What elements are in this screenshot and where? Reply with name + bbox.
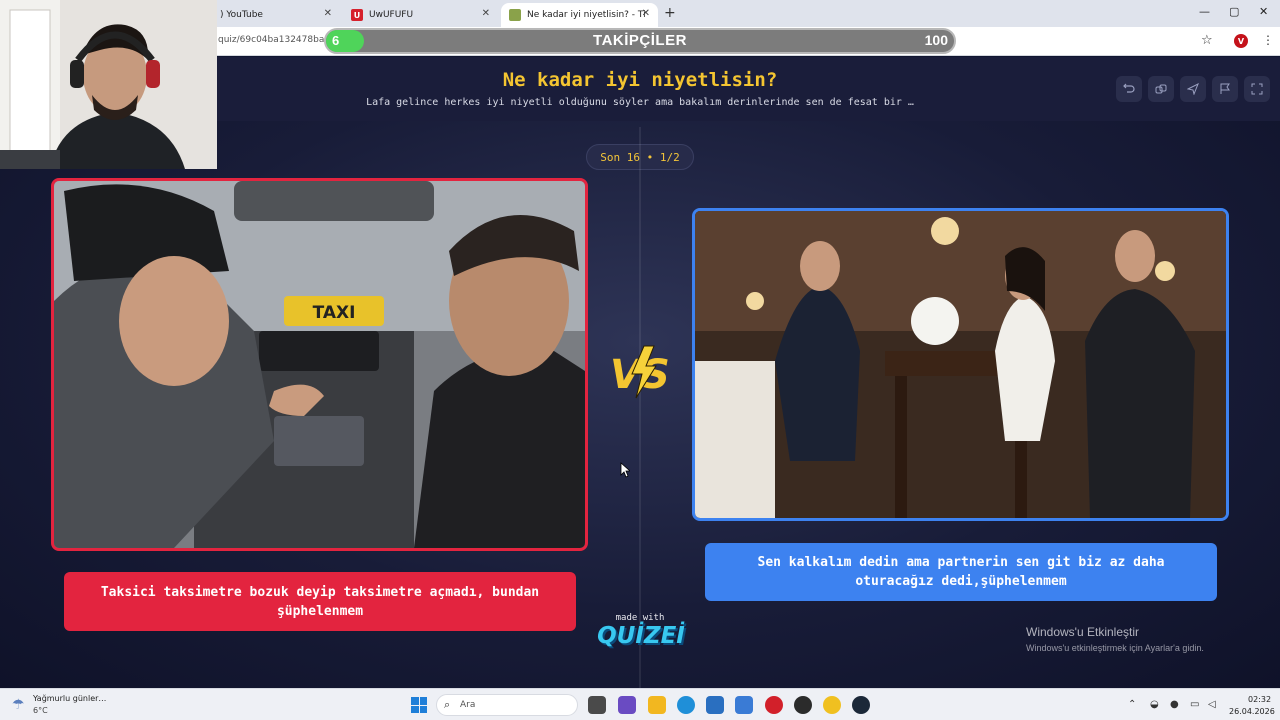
windows-activation-subtitle: Windows'u etkinleştirmek için Ayarlar'a … [1026,643,1204,653]
undo-icon [1123,83,1135,93]
mouse-cursor-icon [620,462,630,478]
store-icon[interactable] [706,696,724,714]
chrome-icon[interactable] [823,696,841,714]
option-right-caption[interactable]: Sen kalkalım dedin ama partnerin sen git… [705,543,1217,601]
report-button[interactable] [1212,76,1238,102]
mail-icon[interactable] [735,696,753,714]
tab-quiz[interactable]: Ne kadar iyi niyetlisin? - Tier Lis ✕ [501,3,658,27]
quizei-logo[interactable]: QUİZEİ [596,623,686,649]
tab-label: ) YouTube [220,10,263,20]
tray-chevron-icon[interactable]: ⌃ [1128,699,1136,710]
tab-close-icon[interactable]: ✕ [324,8,332,19]
fullscreen-icon [1251,83,1263,95]
uwufufu-favicon-icon: U [351,9,363,21]
share-button[interactable] [1148,76,1174,102]
webcam-overlay [0,0,217,169]
send-icon [1187,83,1199,95]
edge-icon[interactable] [677,696,695,714]
new-tab-button[interactable]: + [664,5,676,21]
option-right-card[interactable] [692,208,1229,521]
follower-goal: 100 [924,32,948,48]
center-divider [639,127,641,688]
clock-date[interactable]: 26.04.2026 [1229,707,1275,716]
flag-icon [1220,83,1230,94]
follower-progress-bar: 6 TAKİPÇİLER 100 [324,28,956,54]
start-button[interactable] [411,697,427,713]
share-icon [1155,84,1167,94]
send-button[interactable] [1180,76,1206,102]
taskbar-search[interactable]: ⌕ Ara [436,694,578,716]
app-icon[interactable] [794,696,812,714]
windows-taskbar: ☂ Yağmurlu günler… 6°C ⌕ Ara ⌃ ◒ ● ▭ ◁ 0… [0,688,1280,720]
url-text[interactable]: quiz/69c04ba132478bacb [218,35,335,45]
taxi-sign-label: TAXI [313,303,356,323]
steam-icon[interactable] [852,696,870,714]
windows-logo-icon [411,697,419,705]
taxi-photo: TAXI [54,181,585,548]
tab-label: Ne kadar iyi niyetlisin? - Tier Lis [527,10,645,20]
quiz-favicon-icon [509,9,521,21]
file-explorer-icon[interactable] [648,696,666,714]
minimize-button[interactable]: — [1199,5,1210,18]
browser-menu-icon[interactable]: ⋮ [1262,33,1274,47]
made-with-label: made with [615,613,665,623]
bookmark-star-icon[interactable]: ☆ [1201,33,1213,48]
weather-temp[interactable]: 6°C [33,706,48,715]
weather-rain-icon[interactable]: ☂ [12,697,25,713]
microphone-icon[interactable]: ● [1170,699,1179,710]
tab-youtube[interactable]: ) YouTube ✕ [212,3,340,27]
profile-avatar[interactable]: V [1234,34,1248,48]
fullscreen-button[interactable] [1244,76,1270,102]
webcam-feed [0,0,217,169]
weather-title[interactable]: Yağmurlu günler… [33,694,106,703]
maximize-button[interactable]: ▢ [1229,5,1239,18]
vs-emblem: VS [610,345,670,399]
task-view-icon[interactable] [588,696,606,714]
search-placeholder: Ara [460,700,476,710]
option-left-card[interactable]: TAXI [51,178,588,551]
undo-button[interactable] [1116,76,1142,102]
restaurant-photo [695,211,1226,518]
volume-icon[interactable]: ◁ [1208,699,1216,710]
tab-close-icon[interactable]: ✕ [642,8,650,19]
clock-time[interactable]: 02:32 [1248,695,1271,704]
opera-icon[interactable] [765,696,783,714]
follower-label: TAKİPÇİLER [593,32,687,49]
widgets-icon[interactable] [618,696,636,714]
close-window-button[interactable]: ✕ [1259,5,1268,18]
windows-activation-title: Windows'u Etkinleştir [1026,625,1139,639]
tab-label: UwUFUFU [369,10,414,20]
option-left-caption[interactable]: Taksici taksimetre bozuk deyip taksimetr… [64,572,576,631]
search-icon: ⌕ [444,698,451,711]
tray-app-icon[interactable]: ◒ [1150,699,1159,710]
tab-uwufufu[interactable]: U UwUFUFU ✕ [343,3,498,27]
network-icon[interactable]: ▭ [1190,699,1199,710]
tab-close-icon[interactable]: ✕ [482,8,490,19]
